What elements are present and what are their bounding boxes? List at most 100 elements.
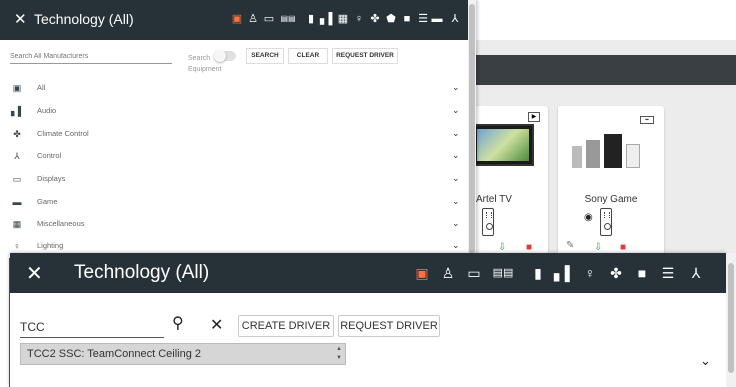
background-toolbar bbox=[470, 55, 736, 85]
audio-icon[interactable]: ▖▌ bbox=[554, 263, 575, 283]
search-button[interactable]: SEARCH bbox=[246, 48, 284, 64]
scrollbar[interactable] bbox=[468, 0, 476, 258]
request-driver-button[interactable]: REQUEST DRIVER bbox=[338, 315, 440, 337]
window-edge bbox=[0, 258, 10, 387]
game-icon: ▬ bbox=[12, 197, 22, 207]
chevron-down-icon[interactable]: ⌄ bbox=[452, 196, 460, 207]
category-label: Control bbox=[37, 151, 62, 160]
misc-icon: ▦ bbox=[12, 219, 22, 229]
chevron-down-icon[interactable]: ⌄ bbox=[452, 105, 460, 116]
suggestion-spinner-icon[interactable]: ▲ ▼ bbox=[335, 345, 343, 363]
category-game[interactable]: ▬ Game ⌄ bbox=[0, 192, 470, 214]
manufacturer-search-input[interactable] bbox=[10, 50, 172, 64]
close-icon[interactable]: ✕ bbox=[14, 10, 27, 28]
category-label: All bbox=[37, 83, 46, 92]
control-icon: ⅄ bbox=[14, 151, 20, 161]
panel-header: ✕ Technology (All) ▣ ♙ ▭ ▤▤ ▮ ▖▌ ♀ ✤ ■ ☰… bbox=[10, 253, 726, 293]
chevron-down-icon[interactable]: ⌄ bbox=[452, 218, 460, 229]
technology-panel-large: ✕ Technology (All) ▣ ♙ ▭ ▤▤ ▮ ▖▌ ♀ ✤ ■ ☰… bbox=[10, 253, 726, 387]
panel-title: Technology (All) bbox=[74, 262, 210, 283]
chevron-down-icon[interactable]: ⌄ bbox=[452, 240, 460, 251]
lighting-icon[interactable]: ♀ bbox=[580, 263, 600, 283]
projector-icon[interactable]: ♙ bbox=[438, 263, 458, 283]
request-driver-button[interactable]: REQUEST DRIVER bbox=[332, 48, 398, 64]
category-label: Audio bbox=[37, 106, 57, 115]
card-name: Artel TV bbox=[476, 194, 512, 205]
all-icon[interactable]: ▣ bbox=[230, 12, 244, 26]
remote-icon[interactable] bbox=[600, 208, 612, 236]
category-label: Climate Control bbox=[37, 129, 89, 138]
climate-icon[interactable]: ✤ bbox=[368, 12, 382, 26]
scrollbar[interactable] bbox=[726, 253, 736, 387]
category-climate-control[interactable]: ✤ Climate Control ⌄ bbox=[0, 124, 470, 146]
scrollbar-thumb[interactable] bbox=[728, 263, 734, 373]
panel-header: ✕ Technology (All) ▣ ♙ ▭ ▤▤ ▮ ▖▌ ▦ ♀ ✤ ⬟… bbox=[0, 0, 470, 40]
screen: ▶ Artel TV ⇩ ■ ▪▪ Sony Game ◉ ✎ ⇩ ■ ✕ Te… bbox=[0, 0, 736, 387]
search-suggestion[interactable]: TCC2 SSC: TeamConnect Ceiling 2 ▲ ▼ bbox=[20, 343, 346, 365]
category-control[interactable]: ⅄ Control ⌄ bbox=[0, 146, 470, 168]
category-miscellaneous[interactable]: ▦ Miscellaneous ⌄ bbox=[0, 214, 470, 236]
delete-icon[interactable]: ■ bbox=[526, 242, 532, 253]
chevron-down-icon[interactable]: ⌄ bbox=[452, 128, 460, 139]
create-driver-button[interactable]: CREATE DRIVER bbox=[238, 315, 334, 337]
film-icon[interactable]: ▮ bbox=[304, 12, 318, 26]
category-audio[interactable]: ▖▌ Audio ⌄ bbox=[0, 101, 470, 123]
category-label: Displays bbox=[37, 174, 66, 183]
suggestion-text: TCC2 SSC: TeamConnect Ceiling 2 bbox=[27, 348, 202, 360]
chevron-down-icon[interactable]: ⌄ bbox=[700, 353, 711, 369]
tag-icon[interactable]: ▬ bbox=[430, 12, 444, 26]
av-rack-icon[interactable]: ▤▤ bbox=[278, 12, 298, 26]
clear-button[interactable]: CLEAR bbox=[288, 48, 328, 64]
category-all[interactable]: ▣ All ⌄ bbox=[0, 78, 470, 100]
category-label: Game bbox=[37, 197, 58, 206]
camera-icon[interactable]: ■ bbox=[400, 12, 414, 26]
lighting-icon[interactable]: ♀ bbox=[352, 12, 366, 26]
console-thumbnail bbox=[570, 132, 652, 172]
chevron-down-icon[interactable]: ⌄ bbox=[452, 173, 460, 184]
background-top-strip bbox=[470, 0, 736, 40]
device-card-sony-game[interactable]: ▪▪ Sony Game ◉ ✎ ⇩ ■ bbox=[558, 106, 664, 256]
tv-thumbnail bbox=[472, 124, 534, 166]
control-icon[interactable]: ⅄ bbox=[686, 263, 706, 283]
chevron-down-icon[interactable]: ⌄ bbox=[452, 82, 460, 93]
chevron-down-icon[interactable]: ⌄ bbox=[452, 150, 460, 161]
download-icon[interactable]: ⇩ bbox=[498, 242, 506, 253]
climate-icon: ✤ bbox=[13, 129, 21, 139]
edit-icon[interactable]: ✎ bbox=[566, 240, 574, 251]
category-label: Lighting bbox=[37, 241, 64, 250]
lighting-icon: ♀ bbox=[13, 241, 21, 251]
category-displays[interactable]: ▭ Displays ⌄ bbox=[0, 169, 470, 191]
category-label: Miscellaneous bbox=[37, 219, 85, 228]
manufacturer-search-input[interactable] bbox=[20, 316, 164, 338]
film-icon[interactable]: ▮ bbox=[528, 263, 548, 283]
remote-icon[interactable] bbox=[482, 208, 494, 236]
camera-icon[interactable]: ■ bbox=[632, 263, 652, 283]
list-icon[interactable]: ☰ bbox=[658, 263, 678, 283]
climate-icon[interactable]: ✤ bbox=[606, 263, 626, 283]
displays-icon[interactable]: ▭ bbox=[464, 263, 484, 283]
list-icon[interactable]: ☰ bbox=[416, 12, 430, 26]
close-icon[interactable]: ✕ bbox=[26, 261, 43, 286]
projector-icon[interactable]: ♙ bbox=[246, 12, 260, 26]
eye-icon[interactable]: ◉ bbox=[584, 212, 593, 223]
clear-search-icon[interactable]: ✕ bbox=[210, 315, 223, 335]
delete-icon[interactable]: ■ bbox=[620, 242, 626, 253]
download-icon[interactable]: ⇩ bbox=[594, 242, 602, 253]
displays-icon: ▭ bbox=[12, 174, 22, 184]
game-icon: ▪▪ bbox=[640, 116, 654, 124]
displays-icon[interactable]: ▭ bbox=[262, 12, 276, 26]
all-icon[interactable]: ▣ bbox=[412, 263, 432, 283]
shield-icon[interactable]: ⬟ bbox=[384, 12, 398, 26]
av-rack-icon[interactable]: ▤▤ bbox=[488, 263, 518, 283]
control-icon[interactable]: ⅄ bbox=[448, 12, 462, 26]
media-icon: ▶ bbox=[528, 112, 540, 122]
audio-icon[interactable]: ▖▌ bbox=[320, 12, 336, 26]
search-equipment-toggle[interactable] bbox=[214, 50, 236, 62]
all-icon: ▣ bbox=[12, 83, 22, 93]
scrollbar-thumb[interactable] bbox=[469, 4, 475, 254]
technology-panel-small: ✕ Technology (All) ▣ ♙ ▭ ▤▤ ▮ ▖▌ ▦ ♀ ✤ ⬟… bbox=[0, 0, 476, 258]
grid-icon[interactable]: ▦ bbox=[336, 12, 350, 26]
card-name: Sony Game bbox=[584, 194, 638, 205]
search-icon[interactable]: ⚲ bbox=[172, 313, 184, 333]
audio-icon: ▖▌ bbox=[11, 106, 25, 116]
